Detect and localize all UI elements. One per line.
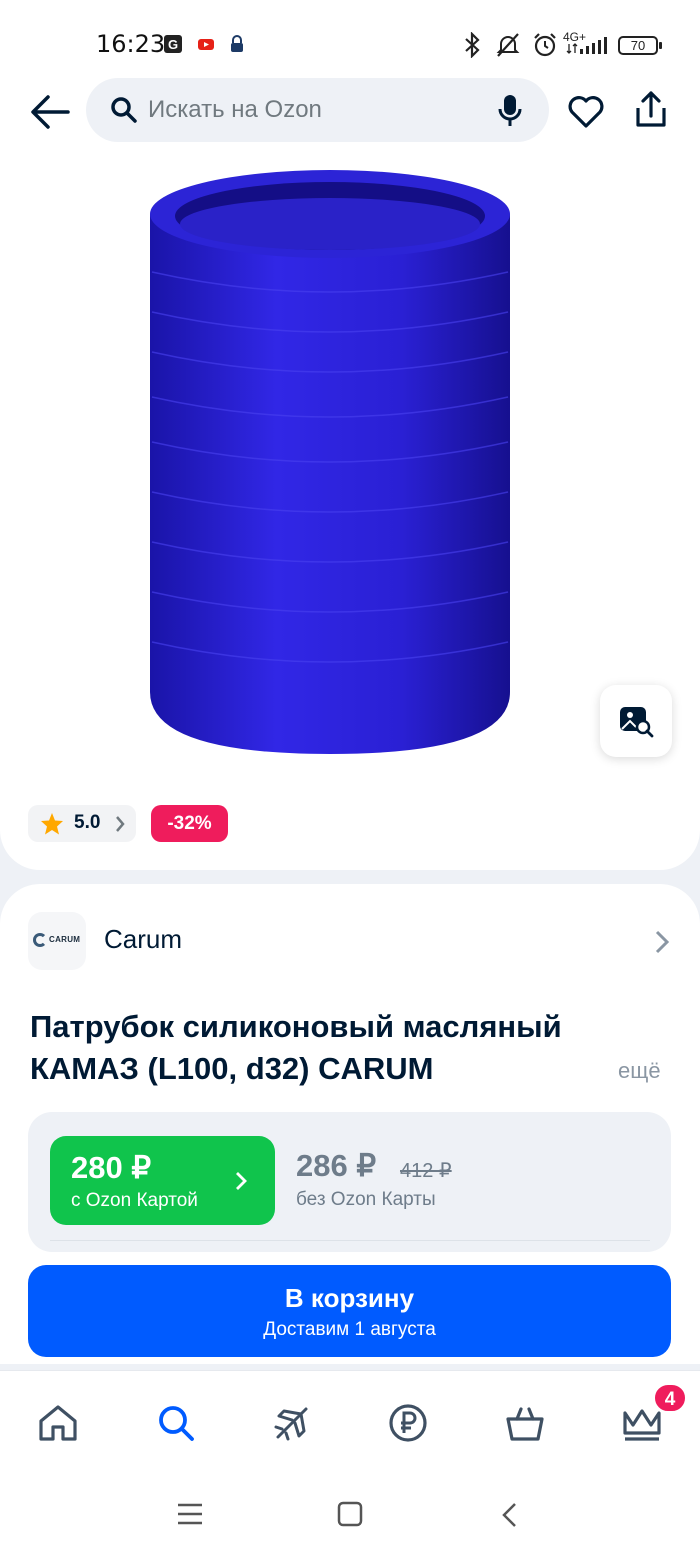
rating-chip[interactable]: 5.0: [28, 805, 136, 842]
divider: [50, 1240, 650, 1241]
regular-price: 286 ₽: [296, 1148, 377, 1183]
brand-logo-text: CARUM: [49, 935, 81, 944]
more-link[interactable]: ещё: [618, 1058, 661, 1084]
product-title: Патрубок силиконовый масляный КАМАЗ (L10…: [30, 1009, 562, 1086]
home-icon[interactable]: [36, 1401, 80, 1445]
home-button-icon[interactable]: [337, 1501, 363, 1527]
star-icon: [41, 813, 63, 835]
signal-icon: [566, 37, 607, 54]
svg-text:G: G: [168, 37, 178, 52]
search-placeholder: Искать на Ozon: [148, 96, 322, 123]
add-to-cart-button[interactable]: В корзину Доставим 1 августа: [28, 1265, 671, 1357]
delivery-date: Доставим 1 августа: [263, 1319, 436, 1340]
old-price: 412 ₽: [400, 1160, 452, 1182]
ozon-card-price-button[interactable]: 280 ₽ с Ozon Картой: [50, 1136, 275, 1225]
notification-badge: 4: [653, 1383, 687, 1413]
top-bar: Искать на Ozon: [0, 78, 700, 146]
back-arrow-icon[interactable]: [28, 90, 72, 134]
brand-name[interactable]: Carum: [104, 924, 182, 955]
share-icon[interactable]: [634, 90, 668, 130]
status-bar: 16:23 G 4G+ 70: [0, 0, 700, 78]
g-app-icon: G: [164, 35, 182, 53]
lock-status-icon: [231, 35, 243, 52]
card-price-label: с Ozon Картой: [71, 1190, 198, 1211]
product-image[interactable]: [140, 162, 520, 762]
price-block: 280 ₽ с Ozon Картой 286 ₽ 412 ₽ без Ozon…: [28, 1112, 671, 1252]
microphone-icon[interactable]: [497, 93, 523, 129]
chevron-right-icon: [116, 816, 125, 832]
bluetooth-icon: [465, 32, 480, 58]
regular-price-label: без Ozon Карты: [296, 1189, 436, 1210]
plane-icon[interactable]: [270, 1401, 314, 1445]
search-icon: [111, 97, 137, 123]
chevron-right-icon: [236, 1172, 247, 1190]
youtube-icon: [198, 39, 214, 50]
card-price: 280 ₽: [71, 1150, 152, 1185]
recent-apps-icon[interactable]: [176, 1502, 204, 1526]
chevron-right-icon[interactable]: [654, 929, 670, 955]
bottom-navigation: 4: [0, 1370, 700, 1470]
search-input[interactable]: Искать на Ozon: [86, 78, 549, 142]
battery-indicator: 70: [618, 36, 662, 55]
discount-badge: -32%: [151, 805, 228, 842]
alarm-icon: [534, 33, 556, 57]
favorite-heart-icon[interactable]: [566, 92, 606, 130]
product-gallery[interactable]: 5.0 -32%: [0, 146, 700, 870]
ruble-icon[interactable]: [386, 1401, 430, 1445]
basket-icon[interactable]: [503, 1401, 547, 1445]
image-search-button[interactable]: [600, 685, 672, 757]
rating-value: 5.0: [74, 812, 101, 833]
search-icon[interactable]: [154, 1401, 198, 1445]
system-navigation-bar: [0, 1470, 700, 1556]
brand-logo[interactable]: CARUM: [28, 912, 86, 970]
mute-icon: [496, 33, 520, 57]
add-to-cart-label: В корзину: [284, 1283, 415, 1313]
status-time: 16:23: [96, 30, 166, 58]
system-back-icon[interactable]: [500, 1501, 518, 1529]
camera-search-icon: [620, 707, 654, 738]
